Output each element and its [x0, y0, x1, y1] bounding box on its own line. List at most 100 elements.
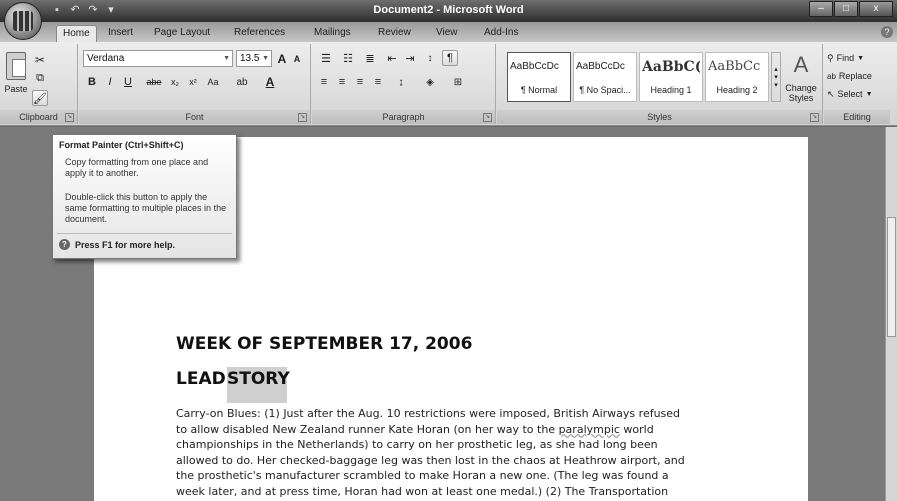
font-launcher-icon[interactable]: ↘ — [298, 113, 307, 122]
tab-review[interactable]: Review — [372, 25, 417, 42]
close-button[interactable]: x — [859, 1, 893, 17]
shrink-font-button[interactable]: A — [290, 50, 304, 67]
vertical-scrollbar[interactable] — [885, 127, 897, 501]
paste-button[interactable]: Paste — [2, 82, 30, 96]
tab-home[interactable]: Home — [56, 25, 97, 42]
ribbon: Paste ✂ ⧉ 🖌 Clipboard ↘ Verdana ▼ 13.5 ▼ A… — [0, 42, 897, 126]
style-no-spacing[interactable]: AaBbCcDc ¶ No Spaci... — [573, 52, 637, 102]
tooltip-description: Copy formatting from one place and apply… — [65, 157, 209, 178]
change-styles-icon[interactable]: A — [783, 50, 819, 80]
numbering-icon[interactable]: ☷ — [338, 50, 358, 66]
office-button[interactable] — [4, 2, 42, 40]
line-spacing-icon[interactable]: ↨ — [390, 74, 412, 90]
clipboard-launcher-icon[interactable]: ↘ — [65, 113, 74, 122]
superscript-button[interactable]: x² — [185, 74, 201, 90]
bold-button[interactable]: B — [85, 74, 99, 90]
cursor-icon: ↖ — [827, 88, 835, 99]
tab-references[interactable]: References — [228, 25, 291, 42]
copy-icon[interactable]: ⧉ — [32, 70, 48, 86]
body-line: to allow disabled New Zealand runner Kat… — [176, 422, 654, 436]
clipboard-group: Paste ✂ ⧉ 🖌 Clipboard ↘ — [0, 44, 78, 124]
tooltip-help: ? Press F1 for more help. — [59, 239, 175, 250]
font-size-value: 13.5 — [240, 53, 260, 64]
replace-icon: ab — [827, 71, 836, 81]
align-left-icon[interactable]: ≡ — [316, 74, 332, 90]
show-formatting-icon[interactable]: ¶ — [442, 50, 458, 66]
chevron-down-icon: ▼ — [857, 54, 865, 62]
document-heading-2-prefix[interactable]: LEAD — [176, 369, 226, 389]
styles-group: AaBbCcDc ¶ Normal AaBbCcDc ¶ No Spaci...… — [497, 44, 823, 124]
underline-button[interactable]: U — [121, 74, 135, 90]
select-label: Select — [837, 89, 863, 99]
editing-group-label: Editing — [824, 110, 890, 124]
style-normal[interactable]: AaBbCcDc ¶ Normal — [507, 52, 571, 102]
style-sample: AaBbCcDc — [576, 61, 625, 72]
change-case-button[interactable]: Aa — [203, 74, 223, 90]
document-body[interactable]: Carry-on Blues: (1) Just after the Aug. … — [176, 406, 746, 499]
change-styles-button[interactable]: Change Styles — [783, 82, 819, 104]
font-color-icon[interactable]: A — [259, 74, 281, 90]
styles-scroll-icon[interactable]: ▴ ▾ ▾ — [771, 52, 781, 102]
style-heading-2[interactable]: AaBbCc Heading 2 — [705, 52, 769, 102]
tab-add-ins[interactable]: Add-Ins — [478, 25, 524, 42]
tab-mailings[interactable]: Mailings — [308, 25, 357, 42]
paragraph-group: ☰ ☷ ≣ ⇤ ⇥ ↕ ¶ ≡ ≡ ≡ ≡ ↨ ◈ ⊞ Paragraph ↘ — [312, 44, 496, 124]
font-group: Verdana ▼ 13.5 ▼ A A B I U abe x₂ x² Aa ab… — [79, 44, 311, 124]
italic-button[interactable]: I — [103, 74, 117, 90]
font-size-select[interactable]: 13.5 ▼ — [236, 50, 272, 67]
subscript-button[interactable]: x₂ — [167, 74, 183, 90]
help-icon: ? — [59, 239, 70, 250]
borders-icon[interactable]: ⊞ — [446, 74, 470, 90]
style-name: ¶ No Spaci... — [579, 85, 631, 95]
style-name: Heading 1 — [650, 85, 692, 95]
editing-group: ⚲ Find ▼ ab Replace ↖ Select ▼ Editing — [824, 44, 890, 124]
tooltip-divider — [57, 233, 232, 234]
grow-font-button[interactable]: A — [275, 50, 289, 67]
style-sample: AaBbCc — [708, 59, 761, 74]
body-line: allowed to do. Her checked-baggage leg w… — [176, 453, 685, 467]
spelling-error-word[interactable]: paralympic — [559, 423, 620, 436]
style-name: ¶ Normal — [520, 85, 558, 95]
increase-indent-icon[interactable]: ⇥ — [402, 50, 418, 66]
tooltip-help-text: Press F1 for more help. — [75, 239, 176, 250]
align-center-icon[interactable]: ≡ — [334, 74, 350, 90]
paragraph-group-label: Paragraph — [312, 110, 495, 124]
help-icon[interactable]: ? — [881, 26, 893, 38]
font-name-select[interactable]: Verdana ▼ — [83, 50, 233, 67]
format-painter-icon[interactable]: 🖌 — [32, 90, 48, 106]
cut-icon[interactable]: ✂ — [32, 52, 48, 68]
decrease-indent-icon[interactable]: ⇤ — [384, 50, 400, 66]
strikethrough-button[interactable]: abe — [143, 74, 165, 90]
find-label: Find — [836, 53, 855, 63]
justify-icon[interactable]: ≡ — [370, 74, 386, 90]
paragraph-launcher-icon[interactable]: ↘ — [483, 113, 492, 122]
minimize-button[interactable]: – — [809, 1, 833, 17]
selected-text[interactable]: STORY — [227, 367, 290, 403]
style-sample: AaBbCcDc — [510, 61, 559, 72]
binoculars-icon: ⚲ — [827, 52, 834, 63]
multilevel-list-icon[interactable]: ≣ — [360, 50, 380, 66]
font-group-label: Font — [79, 110, 310, 124]
bullets-icon[interactable]: ☰ — [316, 50, 336, 66]
scrollbar-thumb[interactable] — [887, 217, 896, 337]
tooltip-description-2: Double-click this button to apply the sa… — [65, 192, 227, 224]
style-heading-1[interactable]: AaBbC( Heading 1 — [639, 52, 703, 102]
document-heading-1[interactable]: WEEK OF SEPTEMBER 17, 2006 — [176, 334, 472, 354]
select-button[interactable]: ↖ Select ▼ — [826, 86, 888, 102]
align-right-icon[interactable]: ≡ — [352, 74, 368, 90]
replace-button[interactable]: ab Replace — [826, 68, 888, 84]
highlight-icon[interactable]: ab — [231, 74, 253, 90]
maximize-button[interactable]: □ — [834, 1, 858, 17]
tab-page-layout[interactable]: Page Layout — [148, 25, 216, 42]
paste-icon[interactable] — [6, 52, 26, 80]
tooltip-title: Format Painter (Ctrl+Shift+C) — [59, 140, 184, 150]
shading-icon[interactable]: ◈ — [418, 74, 442, 90]
body-line: Carry-on Blues: (1) Just after the Aug. … — [176, 407, 681, 420]
tab-view[interactable]: View — [430, 25, 464, 42]
find-button[interactable]: ⚲ Find ▼ — [826, 50, 888, 66]
body-line: the prosthetic's manufacturer scrambled … — [176, 469, 669, 482]
ribbon-tabs: Home Insert Page Layout References Maili… — [0, 22, 897, 42]
sort-icon[interactable]: ↕ — [422, 50, 438, 66]
tab-insert[interactable]: Insert — [102, 25, 139, 42]
styles-launcher-icon[interactable]: ↘ — [810, 113, 819, 122]
